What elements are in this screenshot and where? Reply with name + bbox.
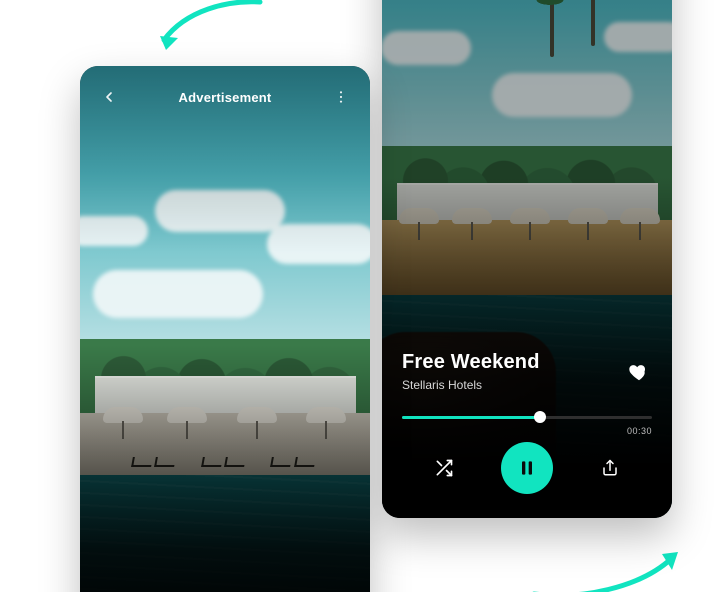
player-controls (382, 442, 672, 494)
track-title: Free Weekend (402, 351, 540, 374)
header-title: Advertisement (179, 90, 272, 105)
more-button[interactable] (330, 86, 352, 108)
shuffle-button[interactable] (431, 455, 457, 481)
swap-arrow-top (150, 0, 270, 66)
heart-icon (628, 361, 650, 383)
favorite-button[interactable] (626, 359, 652, 385)
more-vertical-icon (333, 89, 349, 105)
swap-arrow-bottom (530, 544, 690, 592)
share-button[interactable] (597, 455, 623, 481)
pause-button[interactable] (501, 442, 553, 494)
player-screen: Free Weekend Stellaris Hotels 00:30 (382, 0, 672, 518)
share-icon (601, 459, 619, 477)
duration-label: 00:30 (627, 426, 652, 436)
progress-slider[interactable]: 00:30 (402, 410, 652, 424)
track-subtitle: Stellaris Hotels (402, 378, 540, 392)
shuffle-icon (434, 458, 454, 478)
header: Advertisement (80, 84, 370, 110)
advertisement-screen: Advertisement 50% Off Your Stay Stellari… (80, 66, 370, 592)
chevron-left-icon (101, 89, 117, 105)
canvas: Free Weekend Stellaris Hotels 00:30 (0, 0, 722, 592)
pause-icon (517, 458, 537, 478)
back-button[interactable] (98, 86, 120, 108)
